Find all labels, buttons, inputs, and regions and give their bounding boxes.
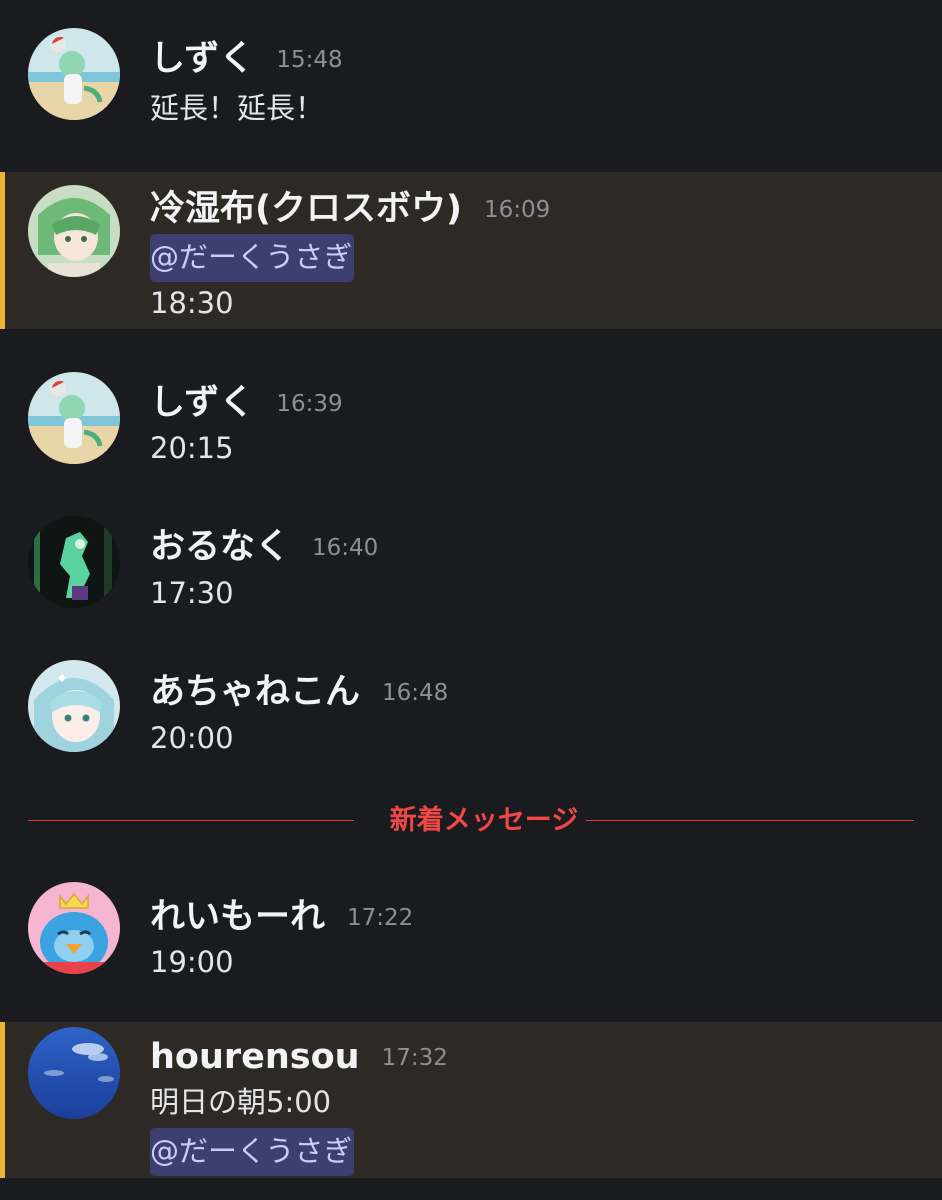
message-highlighted[interactable]: hourensou 17:32 明日の朝5:00 @だーくうさぎ xyxy=(0,1022,942,1178)
message[interactable]: しずく 15:48 延長！延長！ xyxy=(0,0,942,160)
message-highlighted[interactable]: 冷湿布(クロスボウ) 16:09 @だーくうさぎ 18:30 xyxy=(0,172,942,329)
timestamp: 17:22 xyxy=(347,905,414,931)
username[interactable]: れいもーれ 17:22 xyxy=(150,900,413,935)
timestamp: 16:40 xyxy=(312,535,379,561)
new-messages-divider: 新着メッセージ xyxy=(28,803,914,839)
avatar[interactable] xyxy=(28,660,120,752)
username[interactable]: おるなく 16:40 xyxy=(150,530,378,565)
message-text: 17:30 xyxy=(150,576,234,610)
username[interactable]: hourensou 17:32 xyxy=(150,1040,448,1075)
message-text: 20:00 xyxy=(150,721,234,755)
avatar[interactable] xyxy=(28,1027,120,1119)
username[interactable]: あちゃねこん 16:48 xyxy=(150,675,448,710)
message-mention-line: @だーくうさぎ xyxy=(150,234,355,282)
avatar[interactable] xyxy=(28,882,120,974)
user-mention[interactable]: @だーくうさぎ xyxy=(150,1128,355,1176)
message-text: 延長！延長！ xyxy=(150,91,325,125)
timestamp: 16:39 xyxy=(276,391,343,417)
username[interactable]: しずく 16:39 xyxy=(150,386,343,421)
message-mention-line: @だーくうさぎ xyxy=(150,1128,355,1176)
message-text: 19:00 xyxy=(150,945,234,979)
divider-line-left xyxy=(28,820,354,821)
timestamp: 16:48 xyxy=(382,680,449,706)
user-mention[interactable]: @だーくうさぎ xyxy=(150,234,355,282)
username[interactable]: しずく 15:48 xyxy=(150,42,343,77)
divider-line-right xyxy=(586,820,914,821)
message-text: 明日の朝5:00 xyxy=(150,1085,332,1119)
message[interactable]: れいもーれ 17:22 19:00 xyxy=(0,860,942,1000)
message-text: 20:15 xyxy=(150,431,234,465)
avatar[interactable] xyxy=(28,28,120,120)
avatar[interactable] xyxy=(28,185,120,277)
message-text: 18:30 xyxy=(150,286,234,320)
username[interactable]: 冷湿布(クロスボウ) 16:09 xyxy=(150,192,550,227)
timestamp: 15:48 xyxy=(276,47,343,73)
timestamp: 17:32 xyxy=(381,1045,448,1071)
new-messages-label: 新着メッセージ xyxy=(389,805,579,836)
avatar[interactable] xyxy=(28,516,120,608)
timestamp: 16:09 xyxy=(484,197,551,223)
message[interactable]: あちゃねこん 16:48 20:00 xyxy=(0,635,942,765)
avatar[interactable] xyxy=(28,372,120,464)
message[interactable]: しずく 16:39 20:15 xyxy=(0,345,942,475)
message[interactable]: おるなく 16:40 17:30 xyxy=(0,490,942,620)
